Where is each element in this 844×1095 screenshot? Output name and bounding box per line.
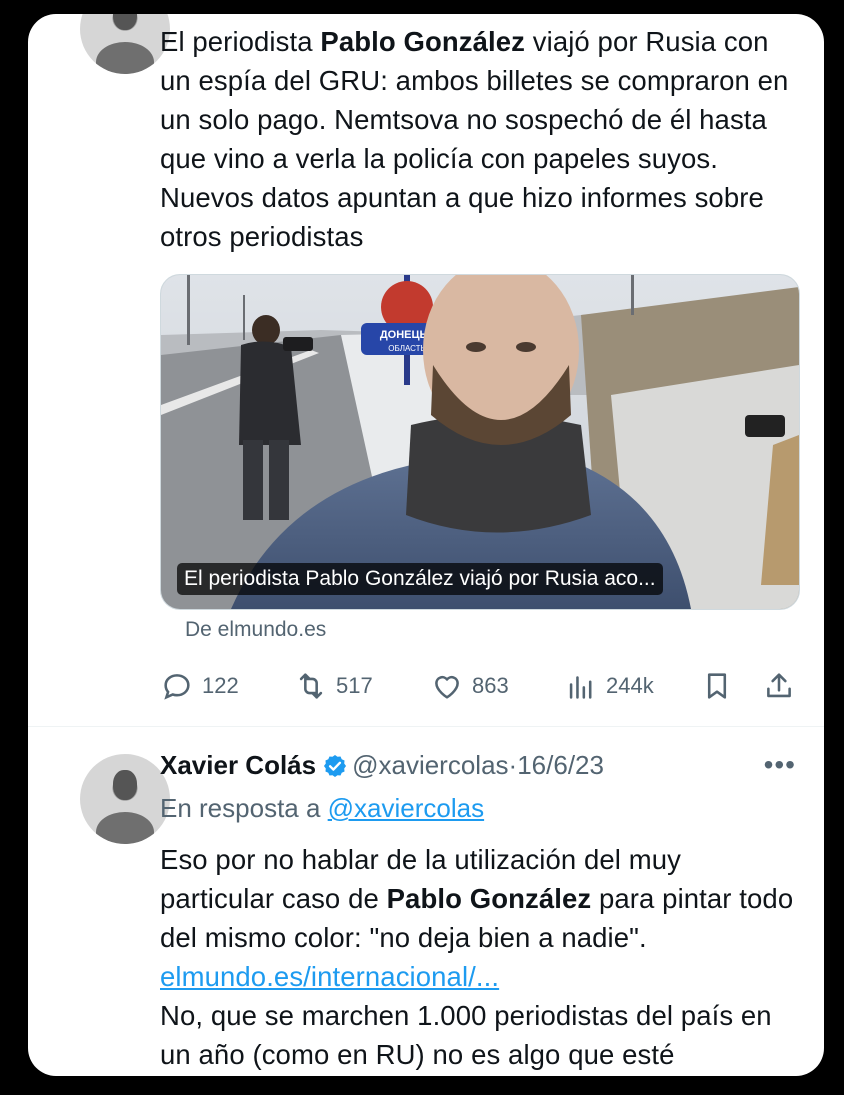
tweet-text-part: No, que se marchen 1.000 periodistas del…: [160, 1000, 772, 1070]
avatar-head: [113, 770, 137, 800]
tweet-text: El periodista Pablo González viajó por R…: [160, 22, 800, 256]
avatar-head: [113, 14, 137, 30]
views-icon: [569, 676, 592, 699]
author-avatar[interactable]: [80, 14, 170, 74]
tweet-text-part: viajó por Rusia con un espía del GRU: am…: [160, 26, 789, 252]
share-button[interactable]: [762, 666, 796, 706]
article-link[interactable]: elmundo.es/internacional/...: [160, 961, 499, 992]
verified-badge-icon: [322, 752, 348, 788]
separator-dot: ·: [508, 750, 518, 780]
author-avatar[interactable]: [80, 754, 170, 844]
views-button[interactable]: 244k: [564, 666, 654, 706]
share-icon: [767, 673, 791, 698]
reply-context: En resposta a @xaviercolas: [160, 790, 484, 826]
tweet-text: Eso por no hablar de la utilización del …: [160, 840, 800, 1074]
repost-count: 517: [336, 673, 373, 698]
bookmark-button[interactable]: [700, 666, 734, 706]
link-card-image[interactable]: ДОНЕЦЬК ОБЛАСТЬ El periodista Pablo Gonz…: [160, 274, 800, 610]
more-options-icon[interactable]: •••: [764, 747, 796, 783]
timeline-card: El periodista Pablo González viajó por R…: [28, 14, 824, 1076]
author-name[interactable]: Xavier Colás: [160, 750, 316, 780]
reply-handle-link[interactable]: @xaviercolas: [328, 793, 484, 823]
reply-count: 122: [202, 673, 239, 698]
reply-icon: [164, 674, 190, 700]
reply-prefix: En resposta a: [160, 793, 328, 823]
sign-subtext: ОБЛАСТЬ: [388, 344, 426, 353]
like-button[interactable]: 863: [430, 666, 509, 706]
reply-button[interactable]: 122: [160, 666, 239, 706]
like-count: 863: [472, 673, 509, 698]
link-source[interactable]: De elmundo.es: [185, 618, 326, 642]
author-handle[interactable]: @xaviercolas: [352, 750, 508, 780]
tweet-divider: [28, 726, 824, 727]
tweet-text-bold: Pablo González: [386, 883, 592, 914]
tweet-text-bold: Pablo González: [320, 26, 526, 57]
tweet-text-part: El periodista: [160, 26, 321, 57]
bookmark-icon: [707, 673, 727, 699]
like-icon: [435, 675, 459, 699]
link-card-title: El periodista Pablo González viajó por R…: [177, 563, 663, 595]
views-count: 244k: [606, 673, 654, 698]
tweet-header: Xavier Colás @xaviercolas·16/6/23: [160, 747, 800, 783]
avatar-body: [96, 812, 154, 844]
repost-icon: [299, 673, 323, 699]
avatar-body: [96, 42, 154, 74]
repost-button[interactable]: 517: [294, 666, 373, 706]
tweet-actions: 122 517 863 244k: [160, 666, 800, 706]
news-photo: ДОНЕЦЬК ОБЛАСТЬ: [161, 275, 799, 609]
tweet-date[interactable]: 16/6/23: [517, 750, 604, 780]
